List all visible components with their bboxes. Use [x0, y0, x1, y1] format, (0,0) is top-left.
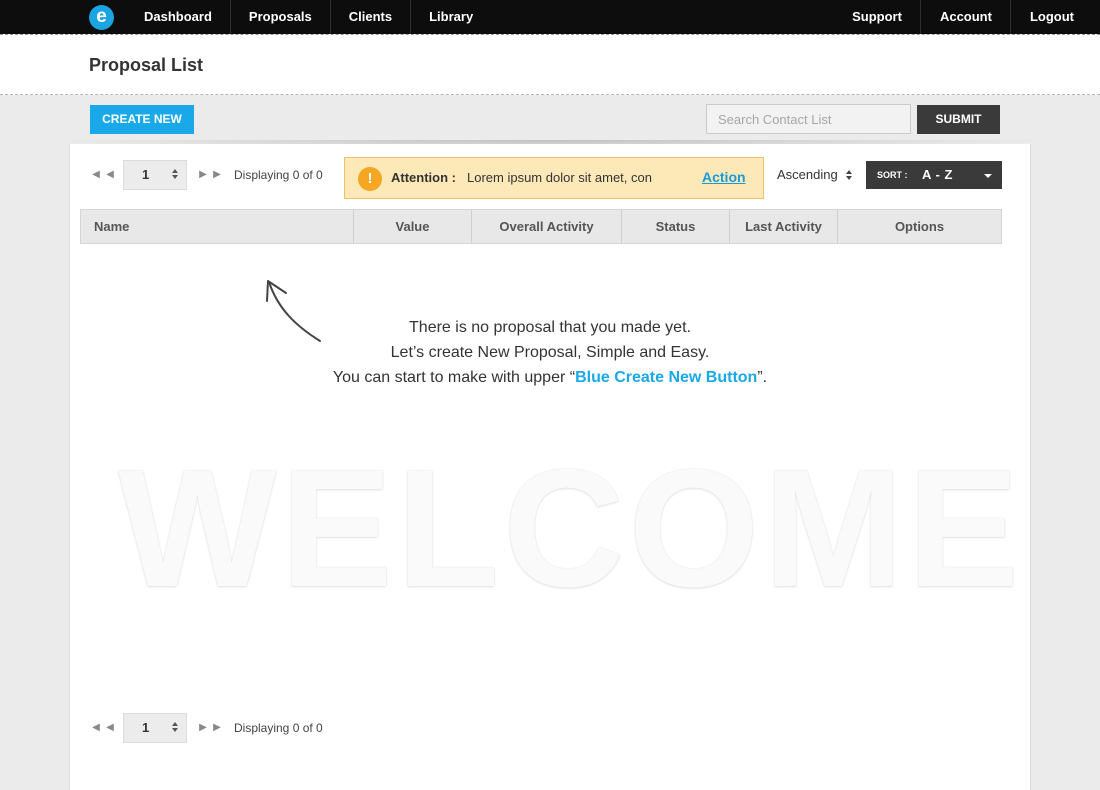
nav-item-clients[interactable]: Clients — [331, 0, 412, 34]
prev-page-icon[interactable]: ◀ — [103, 721, 117, 735]
last-page-icon[interactable]: ▶ — [210, 721, 224, 735]
order-spinner-icon[interactable] — [846, 170, 852, 182]
column-last-activity[interactable]: Last Activity — [730, 210, 838, 243]
user-nav: Support Account Logout — [833, 0, 1100, 34]
exclamation-icon: ! — [358, 167, 382, 191]
spinner-icon — [172, 722, 178, 734]
column-value[interactable]: Value — [354, 210, 472, 243]
empty-line-1: There is no proposal that you made yet. — [409, 319, 691, 336]
sort-value: A - Z — [922, 167, 953, 182]
column-overall-activity[interactable]: Overall Activity — [472, 210, 622, 243]
empty-state-message: There is no proposal that you made yet. … — [200, 315, 900, 390]
attention-action-link[interactable]: Action — [702, 169, 746, 185]
column-status[interactable]: Status — [622, 210, 730, 243]
nav-item-proposals[interactable]: Proposals — [231, 0, 331, 34]
first-page-icon[interactable]: ◀​ — [89, 168, 103, 182]
chevron-down-icon — [984, 174, 992, 178]
nav-item-account[interactable]: Account — [919, 0, 1010, 34]
page-number: 1 — [142, 167, 150, 182]
empty-line-3-suffix: ”. — [757, 369, 768, 386]
empty-line-2: Let’s create New Proposal, Simple and Ea… — [390, 344, 710, 361]
nav-item-logout[interactable]: Logout — [1009, 0, 1100, 34]
create-new-hint: Blue Create New Button — [575, 369, 758, 386]
empty-line-3: You can start to make with upper “Blue C… — [200, 365, 900, 390]
search-input[interactable] — [706, 104, 911, 134]
prev-page-icon[interactable]: ◀ — [103, 168, 117, 182]
attention-label: Attention : — [391, 170, 456, 185]
sort-label: SORT : — [877, 170, 908, 180]
order-select[interactable]: Ascending — [777, 167, 838, 182]
pager-bottom: ◀​ ◀ 1 ▶ ▶ Displaying 0 of 0 — [89, 713, 323, 743]
submit-button[interactable]: SUBMIT — [917, 105, 1000, 134]
page-number: 1 — [142, 720, 150, 735]
next-page-icon[interactable]: ▶ — [196, 721, 210, 735]
nav-item-dashboard[interactable]: Dashboard — [126, 0, 231, 34]
display-count: Displaying 0 of 0 — [234, 168, 323, 182]
page-select[interactable]: 1 — [123, 160, 187, 190]
pager-top: ◀​ ◀ 1 ▶ ▶ Displaying 0 of 0 — [89, 160, 323, 190]
column-name[interactable]: Name — [81, 210, 354, 243]
page-select[interactable]: 1 — [123, 713, 187, 743]
nav-item-library[interactable]: Library — [411, 0, 491, 34]
main-nav: Dashboard Proposals Clients Library — [126, 0, 491, 34]
empty-line-3-prefix: You can start to make with upper “ — [332, 369, 576, 386]
page-title: Proposal List — [89, 55, 204, 75]
display-count: Displaying 0 of 0 — [234, 721, 323, 735]
attention-message: Lorem ipsum dolor sit amet, con — [467, 170, 652, 185]
table-header: Name Value Overall Activity Status Last … — [80, 209, 1002, 244]
nav-item-support[interactable]: Support — [833, 0, 920, 34]
create-new-button[interactable]: CREATE NEW — [90, 105, 194, 134]
spinner-icon — [172, 169, 178, 181]
attention-banner: ! Attention : Lorem ipsum dolor sit amet… — [344, 157, 764, 199]
logo-icon[interactable]: e — [89, 5, 114, 30]
last-page-icon[interactable]: ▶ — [210, 168, 224, 182]
title-bar: Proposal List — [0, 34, 1100, 95]
welcome-watermark: WELCOME — [118, 434, 1024, 622]
sort-dropdown[interactable]: SORT : A - Z — [866, 161, 1002, 189]
next-page-icon[interactable]: ▶ — [196, 168, 210, 182]
top-nav: e Dashboard Proposals Clients Library Su… — [0, 0, 1100, 34]
column-options[interactable]: Options — [838, 210, 1001, 243]
first-page-icon[interactable]: ◀​ — [89, 721, 103, 735]
